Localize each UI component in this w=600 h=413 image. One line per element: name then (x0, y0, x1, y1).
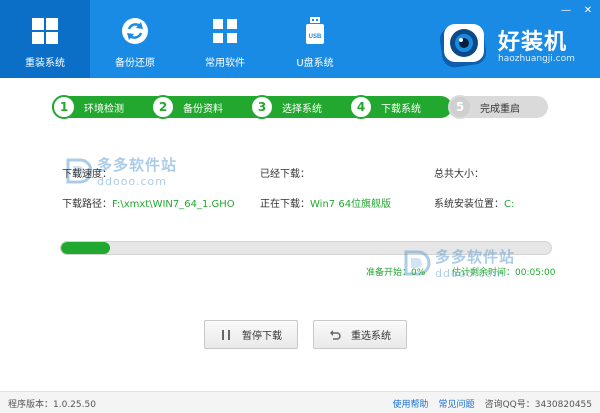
downloaded-amount: 已经下载： (260, 165, 310, 180)
install-location-value: C: (504, 199, 515, 210)
remaining-time-value: 00:05:00 (515, 268, 556, 278)
footer-links: 使用帮助 常见问题 咨询QQ号：3430820455 (393, 397, 592, 410)
apps-grid-icon (213, 19, 237, 43)
download-speed-label: 下载速度： (62, 169, 112, 180)
brand-name: 好装机 (498, 30, 568, 55)
step-2-label: 备份资料 (183, 104, 223, 115)
usb-drive-icon: USB (306, 17, 324, 44)
nav-usb-system[interactable]: USB U盘系统 (270, 0, 360, 78)
download-path-value: F:\xmxt\WIN7_64_1.GHO (112, 199, 235, 210)
step-3-label: 选择系统 (282, 104, 322, 115)
watermark-cn: 多多软件站 (435, 248, 516, 266)
refresh-icon (122, 18, 148, 44)
download-path-label: 下载路径： (62, 199, 112, 210)
nav-common-software[interactable]: 常用软件 (180, 0, 270, 78)
nav-label: 重装系统 (25, 58, 65, 69)
download-progress-fill (61, 242, 110, 254)
progress-status-value: 0% (411, 268, 426, 278)
reselect-system-button[interactable]: 重选系统 (313, 320, 407, 349)
step-3-number: 3 (250, 95, 274, 119)
nav-label: 备份还原 (115, 58, 155, 69)
undo-arrow-icon (330, 329, 341, 340)
step-1-label: 环境检测 (84, 104, 124, 115)
camera-eye-logo-icon (439, 24, 487, 68)
nav-label: U盘系统 (296, 58, 334, 69)
help-link[interactable]: 使用帮助 (393, 397, 429, 410)
step-4-number: 4 (349, 95, 373, 119)
window-controls: — ✕ (560, 4, 594, 16)
downloaded-label: 已经下载： (260, 169, 310, 180)
title-bar: 重装系统 备份还原 常用软件 USB U盘系统 — ✕ 好装机 haozhuan… (0, 0, 600, 78)
brand-url: haozhuangji.com (498, 54, 575, 64)
download-speed: 下载速度： (62, 165, 112, 180)
windows-icon (32, 18, 58, 44)
step-4-label: 下载系统 (381, 104, 421, 115)
remaining-time-label: 估计剩余时间： (452, 268, 516, 278)
current-download-value: Win7 64位旗舰版 (310, 199, 392, 210)
program-version: 程序版本：1.0.25.50 (8, 400, 96, 410)
progress-status: 准备开始：0% (366, 265, 425, 278)
brand-logo-area: 好装机 haozhuangji.com (438, 20, 588, 72)
minimize-button[interactable]: — (560, 4, 572, 16)
usb-icon-text: USB (309, 34, 322, 40)
download-path: 下载路径：F:\xmxt\WIN7_64_1.GHO (62, 195, 235, 210)
total-size-label: 总共大小： (434, 169, 484, 180)
progress-status-label: 准备开始： (366, 268, 412, 278)
pause-icon (222, 329, 230, 340)
remaining-time: 估计剩余时间：00:05:00 (452, 265, 555, 278)
main-nav: 重装系统 备份还原 常用软件 USB U盘系统 (0, 0, 360, 78)
nav-backup-restore[interactable]: 备份还原 (90, 0, 180, 78)
close-button[interactable]: ✕ (582, 4, 594, 16)
nav-label: 常用软件 (205, 58, 245, 69)
current-download-label: 正在下载： (260, 199, 310, 210)
total-size: 总共大小： (434, 165, 484, 180)
pause-download-label: 暂停下载 (242, 331, 282, 342)
faq-link[interactable]: 常见问题 (439, 397, 475, 410)
support-qq: 咨询QQ号：3430820455 (484, 400, 592, 410)
status-footer: 程序版本：1.0.25.50 使用帮助 常见问题 咨询QQ号：343082045… (0, 391, 600, 413)
step-5-label: 完成重启 (480, 104, 520, 115)
install-steps: 1 环境检测 2 备份资料 3 选择系统 4 下载系统 5 完成重启 (52, 95, 548, 119)
nav-reinstall-system[interactable]: 重装系统 (0, 0, 90, 78)
install-location: 系统安装位置：C: (434, 195, 514, 210)
pause-download-button[interactable]: 暂停下载 (204, 320, 298, 349)
reselect-system-label: 重选系统 (351, 331, 391, 342)
step-1-number: 1 (52, 95, 76, 119)
install-location-label: 系统安装位置： (434, 199, 504, 210)
current-download: 正在下载：Win7 64位旗舰版 (260, 195, 391, 210)
step-5-number: 5 (448, 95, 472, 119)
step-2-number: 2 (151, 95, 175, 119)
